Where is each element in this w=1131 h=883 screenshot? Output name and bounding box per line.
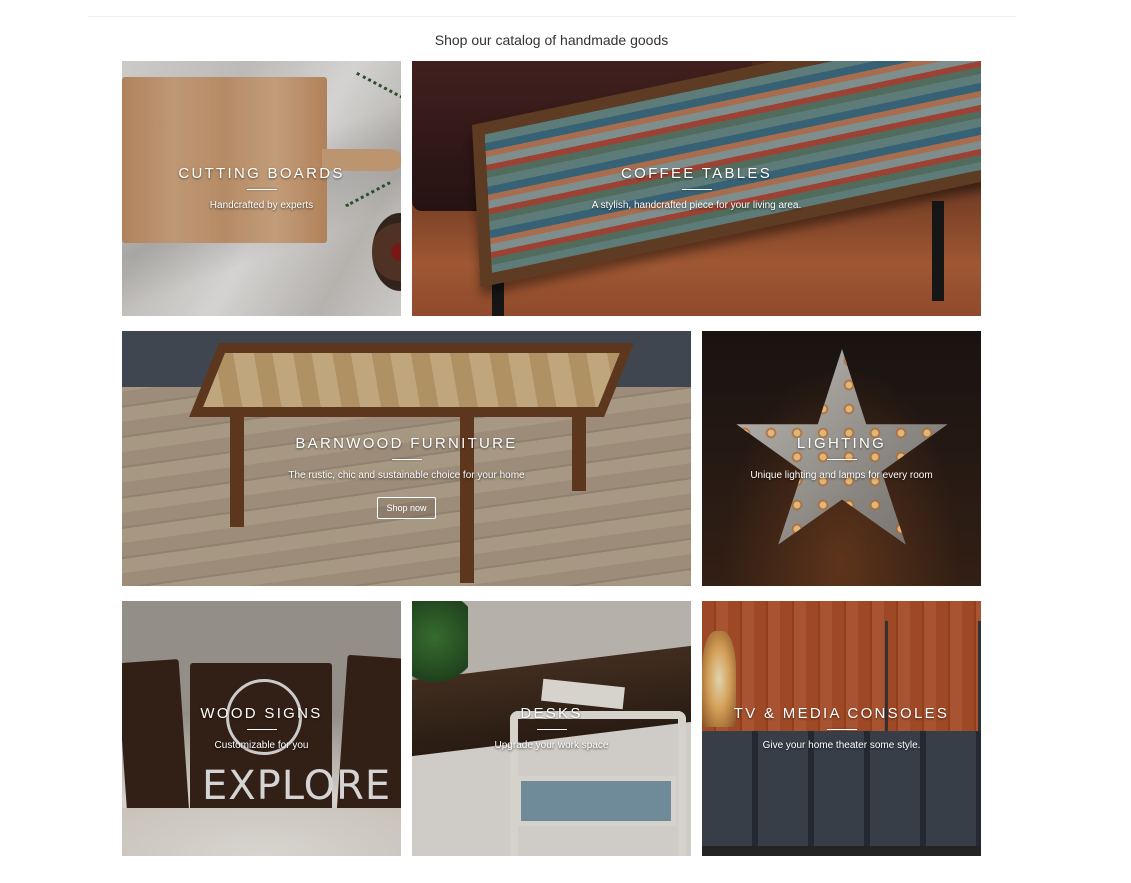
tile-barnwood-furniture[interactable]: BARNWOOD FURNITURE The rustic, chic and … — [122, 331, 691, 586]
tile-lighting[interactable]: LIGHTING Unique lighting and lamps for e… — [702, 331, 981, 586]
title-divider — [246, 189, 277, 190]
title-divider — [536, 729, 567, 730]
tile-wood-signs[interactable]: EXPLORE WOOD SIGNS Customizable for you — [122, 601, 401, 856]
title-divider — [826, 459, 857, 460]
tile-content: LIGHTING Unique lighting and lamps for e… — [702, 435, 981, 481]
title-divider — [681, 189, 712, 190]
tile-subtitle: Unique lighting and lamps for every room — [750, 470, 933, 481]
tile-subtitle: Give your home theater some style. — [762, 740, 921, 751]
tile-content: COFFEE TABLES A stylish, handcrafted pie… — [412, 165, 981, 211]
tile-subtitle: Handcrafted by experts — [209, 200, 314, 211]
tile-cutting-boards[interactable]: CUTTING BOARDS Handcrafted by experts — [122, 61, 401, 316]
top-divider — [88, 16, 1016, 17]
tile-content: DESKS Upgrade your work space — [412, 705, 691, 751]
tile-title: DESKS — [520, 705, 583, 722]
tile-subtitle: Upgrade your work space — [494, 740, 609, 751]
tile-content: TV & MEDIA CONSOLES Give your home theat… — [702, 705, 981, 751]
tile-title: COFFEE TABLES — [620, 165, 773, 182]
title-divider — [391, 459, 422, 460]
tile-content: WOOD SIGNS Customizable for you — [122, 705, 401, 751]
tile-title: WOOD SIGNS — [200, 705, 323, 722]
tile-tv-media-consoles[interactable]: TV & MEDIA CONSOLES Give your home theat… — [702, 601, 981, 856]
tile-coffee-tables[interactable]: COFFEE TABLES A stylish, handcrafted pie… — [412, 61, 981, 316]
tile-title: LIGHTING — [796, 435, 887, 452]
tile-title: BARNWOOD FURNITURE — [295, 435, 518, 452]
tile-title: CUTTING BOARDS — [178, 165, 345, 182]
tile-content: CUTTING BOARDS Handcrafted by experts — [122, 165, 401, 211]
tile-subtitle: The rustic, chic and sustainable choice … — [288, 470, 525, 481]
title-divider — [826, 729, 857, 730]
tile-title: TV & MEDIA CONSOLES — [733, 705, 950, 722]
catalog-heading: Shop our catalog of handmade goods — [434, 32, 669, 48]
shop-now-button[interactable]: Shop now — [377, 497, 436, 519]
tile-content: BARNWOOD FURNITURE The rustic, chic and … — [122, 435, 691, 519]
tile-subtitle: A stylish, handcrafted piece for your li… — [591, 200, 802, 211]
title-divider — [246, 729, 277, 730]
tile-subtitle: Customizable for you — [214, 740, 309, 751]
tile-desks[interactable]: DESKS Upgrade your work space — [412, 601, 691, 856]
